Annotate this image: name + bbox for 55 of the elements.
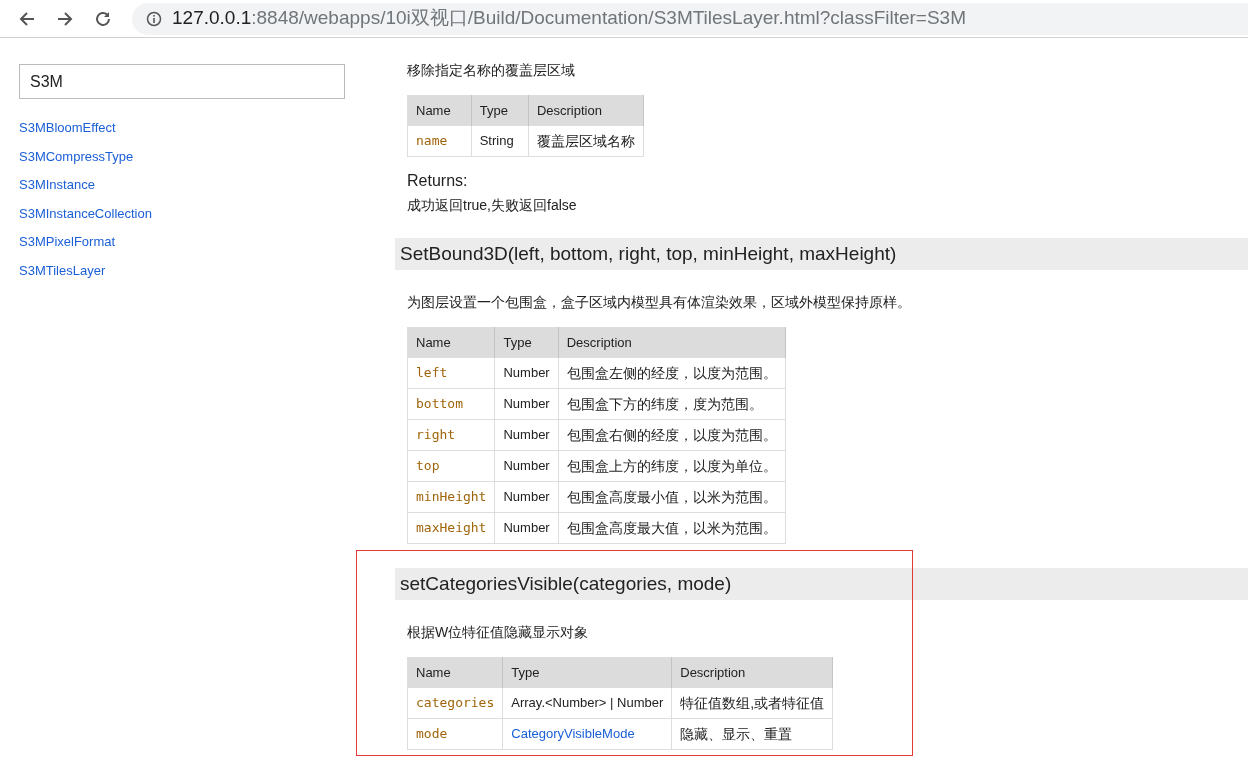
param-type: Array.<Number> | Number [502, 687, 672, 719]
returns-description: 成功返回true,失败返回false [407, 196, 577, 215]
sidebar-link[interactable]: S3MInstanceCollection [19, 199, 152, 228]
column-header: Name [407, 95, 472, 126]
column-header: Description [558, 327, 786, 358]
method-heading: SetBound3D(left, bottom, right, top, minHeight, maxHeight) [395, 238, 1248, 270]
param-type: Number [494, 481, 559, 513]
param-type: Number [494, 450, 559, 482]
param-name: left [407, 357, 495, 389]
param-description: 包围盒右侧的经度，以度为范围。 [558, 419, 786, 451]
address-bar[interactable]: 127.0.0.1:8848/webapps/10i双视口/Build/Documentation/S3MTilesLayer.html?classFilter=S3M [132, 2, 1248, 35]
column-header: Name [407, 657, 503, 688]
param-type: String [471, 125, 529, 157]
sidebar-link[interactable]: S3MPixelFormat [19, 228, 116, 257]
param-type: Number [494, 512, 559, 544]
param-description: 包围盒左侧的经度，以度为范围。 [558, 357, 786, 389]
column-header: Type [471, 95, 529, 126]
info-icon[interactable] [146, 10, 162, 27]
search-field[interactable]: S3M [19, 64, 345, 99]
sidebar-link[interactable]: S3MCompressType [19, 142, 134, 171]
method-heading: setCategoriesVisible(categories, mode) [395, 568, 1248, 600]
param-name: maxHeight [407, 512, 495, 544]
method-description: 为图层设置一个包围盒，盒子区域内模型具有体渲染效果，区域外模型保持原样。 [407, 293, 911, 312]
param-name: minHeight [407, 481, 495, 513]
column-header: Type [502, 657, 672, 688]
sidebar-link[interactable]: S3MInstance [19, 171, 95, 200]
param-description: 包围盒下方的纬度，度为范围。 [558, 388, 786, 420]
method-description: 移除指定名称的覆盖层区域 [407, 61, 575, 80]
param-description: 包围盒高度最大值，以米为范围。 [558, 512, 786, 544]
param-description: 包围盒上方的纬度，以度为单位。 [558, 450, 786, 482]
param-description: 特征值数组,或者特征值 [671, 687, 833, 719]
param-name: categories [407, 687, 503, 719]
column-header: Description [671, 657, 833, 688]
method-description: 根据W位特征值隐藏显示对象 [407, 623, 589, 642]
column-header: Name [407, 327, 495, 358]
url-text: 127.0.0.1:8848/webapps/10i双视口/Build/Documentation/S3MTilesLayer.html?classFilter=S3M [172, 6, 966, 31]
sidebar-link[interactable]: S3MTilesLayer [19, 256, 106, 285]
param-name: bottom [407, 388, 495, 420]
param-description: 覆盖层区域名称 [528, 125, 644, 157]
returns-label: Returns: [407, 171, 468, 191]
param-type: Number [494, 357, 559, 389]
param-name: mode [407, 718, 503, 750]
sidebar-link[interactable]: S3MBloomEffect [19, 114, 116, 143]
param-name: name [407, 125, 472, 157]
param-name: right [407, 419, 495, 451]
param-description: 包围盒高度最小值，以米为范围。 [558, 481, 786, 513]
param-name: top [407, 450, 495, 482]
param-description: 隐藏、显示、重置 [671, 718, 833, 750]
column-header: Type [494, 327, 559, 358]
back-icon[interactable] [18, 9, 36, 28]
reload-icon[interactable] [94, 9, 112, 28]
param-type: Number [494, 419, 559, 451]
param-type: Number [494, 388, 559, 420]
forward-icon[interactable] [56, 9, 74, 28]
column-header: Description [528, 95, 644, 126]
